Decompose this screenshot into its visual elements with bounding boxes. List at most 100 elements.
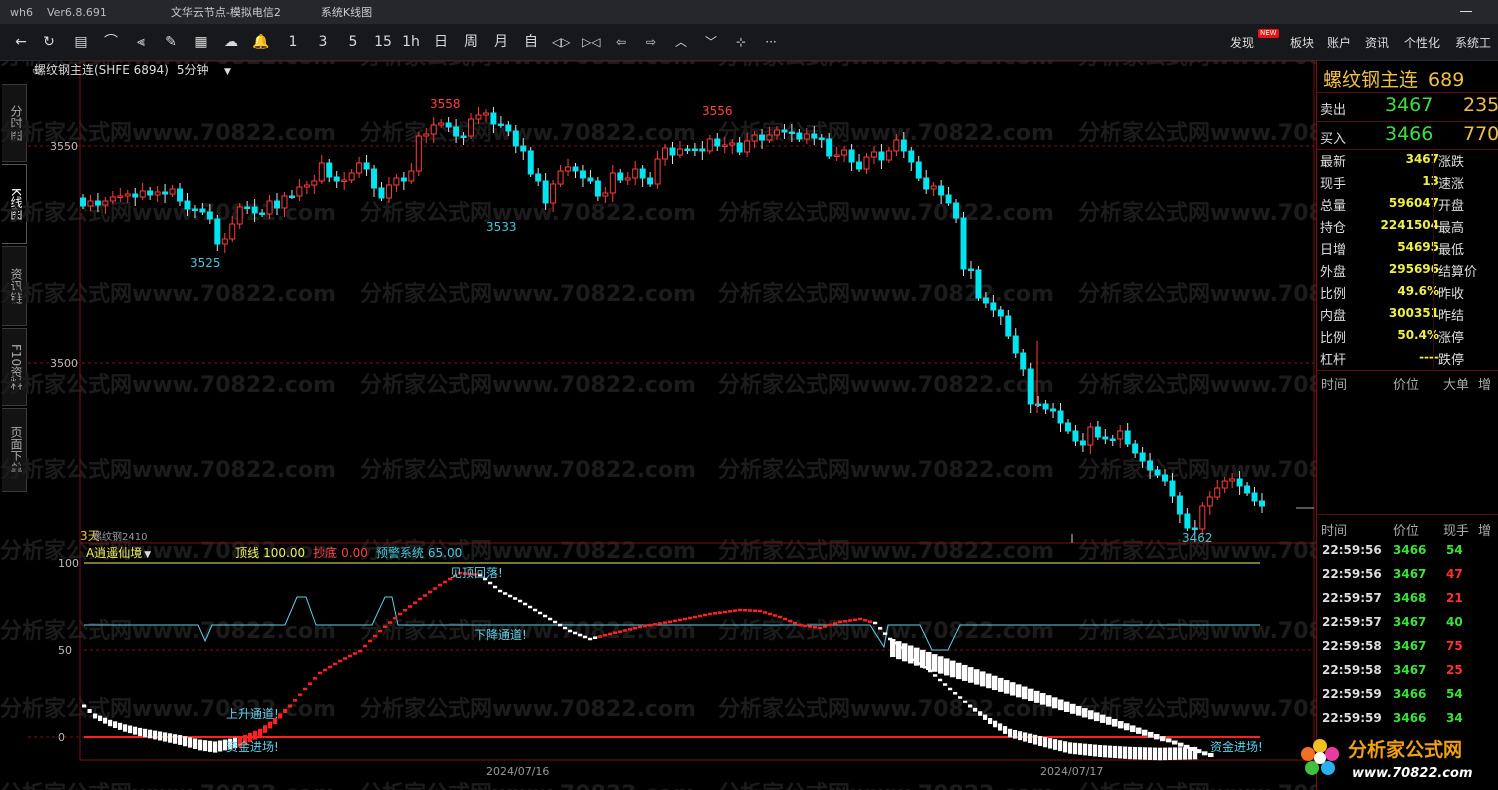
candle-body xyxy=(1057,410,1064,424)
indicator-bar xyxy=(488,581,493,585)
menu-0[interactable]: 发现 xyxy=(1230,34,1254,51)
chevron-down-icon[interactable]: ▼ xyxy=(224,67,231,77)
quote-label-right: 最高 xyxy=(1438,221,1465,236)
candle-body xyxy=(453,126,460,137)
candle-body xyxy=(1102,436,1109,440)
candle-body xyxy=(303,184,310,188)
line-chart-icon[interactable]: ⌒ xyxy=(102,32,120,52)
watermark: 分析家公式网www.70822.com xyxy=(1078,781,1316,790)
up-icon[interactable]: ︿ xyxy=(672,32,690,52)
chart-title[interactable]: 螺纹钢主连(SHFE 6894) 5分钟 xyxy=(34,62,208,77)
period-7-button[interactable]: 月 xyxy=(492,32,510,52)
crosshair-icon[interactable]: ⊹ xyxy=(732,32,750,52)
menu-3[interactable]: 资讯 xyxy=(1365,34,1389,51)
watermark: 分析家公式网www.70822.com xyxy=(718,61,1054,70)
quote-list-icon[interactable]: ▤ xyxy=(72,32,90,52)
period-4-button[interactable]: 1h xyxy=(402,32,420,52)
chart-area[interactable]: 分析家公式网www.70822.com 分析家公式网www.70822.com 分析… xyxy=(0,61,1316,790)
watermark: 分析家公式网www.70822.com xyxy=(718,281,1054,307)
menu-1[interactable]: 板块 xyxy=(1290,34,1314,51)
quote-row: 总量 596047 开盘 xyxy=(1317,193,1498,215)
period-0-button[interactable]: 1 xyxy=(284,32,302,52)
candle-body xyxy=(512,130,519,147)
refresh-icon[interactable]: ↻ xyxy=(40,32,58,52)
indicator-bar xyxy=(968,667,974,683)
tick-volume: 40 xyxy=(1446,615,1463,629)
candle-body xyxy=(199,208,206,213)
period-2-button[interactable]: 5 xyxy=(344,32,362,52)
price-annotation: 3533 xyxy=(486,220,517,234)
price-annotation: 3558 xyxy=(430,97,461,111)
indicator-bar xyxy=(163,732,168,742)
period-6-button[interactable]: 周 xyxy=(462,32,480,52)
candle-body xyxy=(147,190,154,196)
indicator-bar xyxy=(1004,680,1010,694)
right-arrow-icon[interactable]: ⇨ xyxy=(642,32,660,52)
bid-price: 3466 xyxy=(1385,123,1434,145)
bell-icon[interactable]: 🔔 xyxy=(252,32,270,52)
period-5-button[interactable]: 日 xyxy=(432,32,450,52)
zoom-in-icon[interactable]: ◁▷ xyxy=(552,32,570,52)
zoom-out-icon[interactable]: ▷◁ xyxy=(582,32,600,52)
watermark: 分析家公式网www.70822.com xyxy=(1078,457,1316,483)
minimize-icon[interactable] xyxy=(1458,2,1474,18)
menu-5[interactable]: 系统工 xyxy=(1455,34,1491,51)
candle-body xyxy=(356,162,363,174)
bid-row: 买入 3466 770 xyxy=(1317,122,1498,150)
indicator-bar xyxy=(902,643,908,662)
candle-body xyxy=(848,149,855,163)
draw-tool-icon[interactable]: ✎ xyxy=(162,32,180,52)
watermark: 分析家公式网www.70822.com xyxy=(0,618,336,644)
candle-body xyxy=(1020,352,1027,370)
left-arrow-icon[interactable]: ⇦ xyxy=(612,32,630,52)
period-selector[interactable]: 5分钟 xyxy=(177,62,209,77)
indicator-bar xyxy=(743,609,748,612)
indicator-bar xyxy=(623,629,628,632)
candle-body xyxy=(781,129,788,133)
candle-body xyxy=(80,197,86,207)
candle-body xyxy=(938,185,945,196)
quote-title: 螺纹钢主连 689 xyxy=(1323,65,1464,92)
indicator-bar xyxy=(956,662,962,680)
indicator-bar xyxy=(958,696,963,699)
menu-2[interactable]: 账户 xyxy=(1327,34,1351,51)
back-arrow-icon[interactable]: ← xyxy=(12,32,30,52)
indicator-bar xyxy=(1190,747,1196,751)
tick-time: 22:59:59 xyxy=(1322,687,1382,701)
indicator-bar xyxy=(433,587,438,590)
indicator-bar xyxy=(318,671,323,675)
server-node[interactable]: 文华云节点-模拟电信2 xyxy=(171,4,281,20)
candle-body xyxy=(1221,480,1228,489)
system-menu[interactable]: 系统K线图 xyxy=(321,4,372,20)
kline-icon[interactable]: ⫷ xyxy=(132,32,150,52)
cloud-icon[interactable]: ☁ xyxy=(222,32,240,52)
candle-body xyxy=(990,302,997,311)
indicator-bar xyxy=(213,741,218,753)
app-name: wh6 xyxy=(10,5,33,19)
quote-label-right: 最低 xyxy=(1438,243,1465,258)
chevron-down-icon[interactable]: ▼ xyxy=(144,550,151,560)
chart-svg[interactable]: 分析家公式网www.70822.com 分析家公式网www.70822.com 分析… xyxy=(0,61,1316,790)
candle-body xyxy=(602,192,609,197)
menu-4[interactable]: 个性化 xyxy=(1404,34,1440,51)
candle-body xyxy=(191,208,198,211)
down-icon[interactable]: ﹀ xyxy=(702,32,720,52)
indicator-name[interactable]: A逍遥仙境 xyxy=(86,545,142,560)
candle-body xyxy=(1094,426,1101,438)
candle-body xyxy=(184,200,191,210)
candle-body xyxy=(1214,487,1221,498)
more-icon[interactable]: ··· xyxy=(762,32,780,52)
indicator-item-value: 0.00 xyxy=(341,546,368,560)
indicator-bar xyxy=(673,619,678,623)
indicator-bar xyxy=(948,687,953,691)
link-icon[interactable]: ▭ xyxy=(32,66,41,76)
candle-body xyxy=(826,138,833,157)
indicator-bar xyxy=(173,734,178,744)
period-3-button[interactable]: 15 xyxy=(374,32,392,52)
indicator-bar xyxy=(618,630,623,633)
period-8-button[interactable]: 自 xyxy=(522,32,540,52)
indicator-icon[interactable]: ▦ xyxy=(192,32,210,52)
period-1-button[interactable]: 3 xyxy=(314,32,332,52)
candle-body xyxy=(1176,495,1183,515)
quote-label: 比例 xyxy=(1320,331,1347,346)
